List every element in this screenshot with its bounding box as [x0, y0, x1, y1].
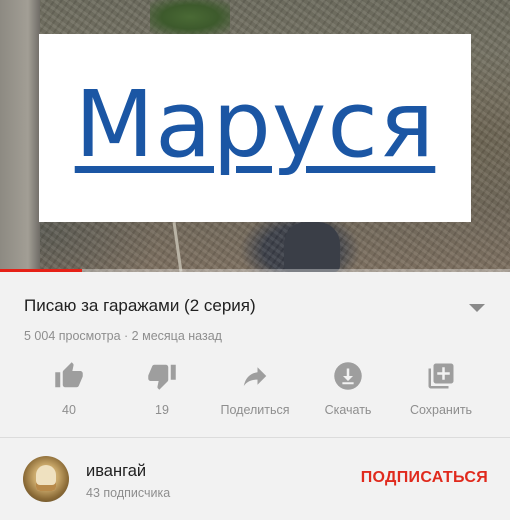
action-bar: 40 19 Поделиться Скачать Сохранить [20, 360, 490, 424]
add-to-playlist-icon [425, 360, 457, 392]
video-frame-grass [150, 0, 230, 34]
download-button[interactable]: Скачать [301, 360, 395, 424]
channel-avatar[interactable] [23, 456, 69, 502]
dislike-count: 19 [155, 403, 169, 417]
divider [0, 437, 510, 438]
video-info-panel: Писаю за гаражами (2 серия) 5 004 просмо… [0, 272, 510, 520]
subscriber-count: 43 подписчика [86, 486, 171, 500]
dislike-button[interactable]: 19 [115, 360, 209, 424]
video-overlay-title: Маруся [74, 71, 436, 178]
share-label: Поделиться [220, 403, 290, 417]
video-meta: 5 004 просмотра · 2 месяца назад [24, 329, 222, 343]
video-player[interactable]: Маруся [0, 0, 510, 272]
video-title-card: Маруся [39, 34, 471, 222]
save-label: Сохранить [409, 403, 473, 417]
like-count: 40 [62, 403, 76, 417]
download-label: Скачать [324, 403, 372, 417]
thumbs-up-icon [53, 360, 85, 392]
download-icon [332, 360, 364, 392]
avatar-figure [36, 465, 56, 491]
chevron-down-icon [469, 304, 485, 312]
expand-description-button[interactable] [463, 300, 491, 316]
video-title: Писаю за гаражами (2 серия) [24, 296, 256, 315]
video-frame-boot [284, 222, 340, 272]
thumbs-down-icon [146, 360, 178, 392]
channel-name[interactable]: ивангай [86, 462, 146, 481]
share-icon [239, 360, 271, 392]
video-frame-wall [0, 0, 40, 272]
share-button[interactable]: Поделиться [208, 360, 302, 424]
like-button[interactable]: 40 [22, 360, 116, 424]
save-button[interactable]: Сохранить [394, 360, 488, 424]
subscribe-button[interactable]: ПОДПИСАТЬСЯ [361, 469, 488, 487]
